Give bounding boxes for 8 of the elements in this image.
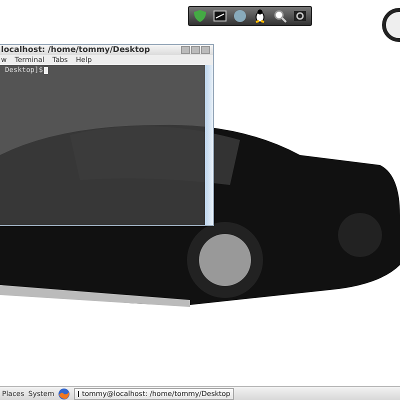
search-icon[interactable]	[273, 9, 287, 23]
browser-icon[interactable]	[58, 388, 70, 400]
window-title: localhost: /home/tommy/Desktop	[1, 45, 150, 55]
terminal-icon[interactable]	[213, 9, 227, 23]
scrollbar[interactable]	[205, 65, 213, 225]
shield-icon[interactable]	[193, 9, 207, 23]
globe-icon[interactable]	[233, 9, 247, 23]
penguin-icon[interactable]	[253, 9, 267, 23]
